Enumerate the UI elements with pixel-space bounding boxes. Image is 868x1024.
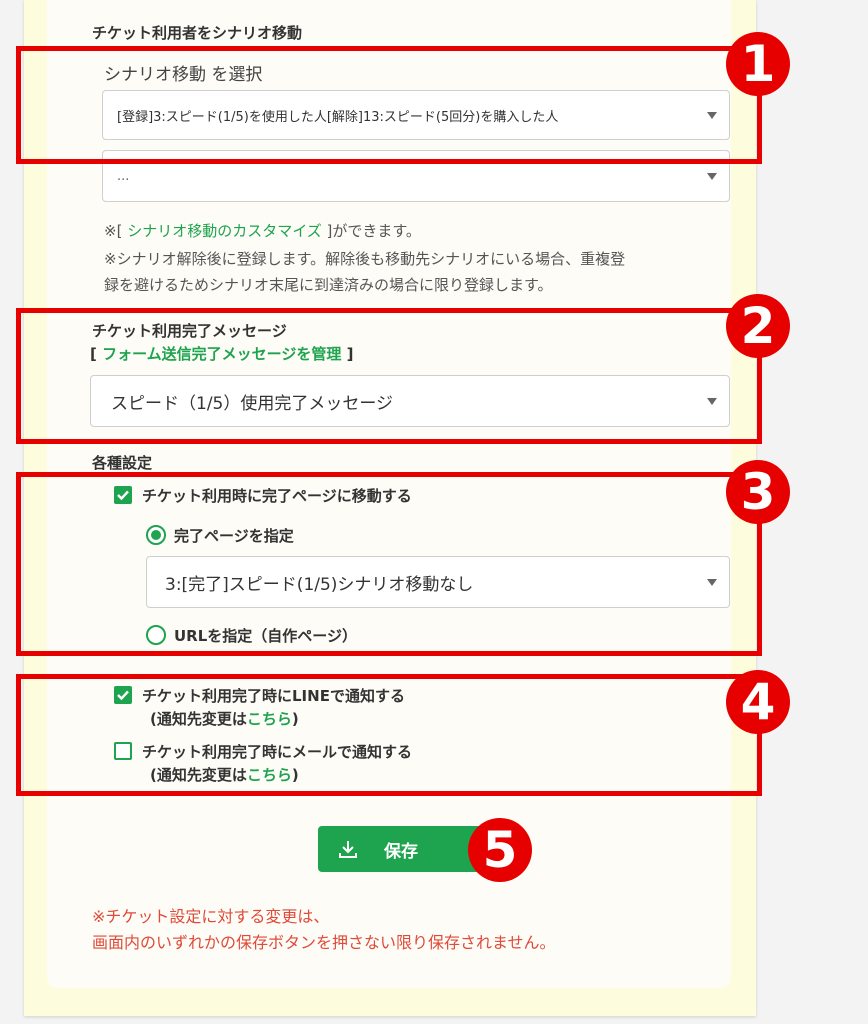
annotation-number-2: 2 (726, 294, 790, 358)
annotation-number-5: 5 (468, 818, 532, 882)
customize-link[interactable]: シナリオ移動のカスタマイズ (127, 222, 322, 240)
settings-heading: 各種設定 (92, 454, 153, 472)
annotation-number-3: 3 (726, 460, 790, 524)
customize-bracket-open: ※[ (104, 222, 123, 240)
save-button[interactable]: 保存 (318, 826, 482, 872)
download-icon (339, 841, 357, 858)
save-button-label: 保存 (384, 841, 418, 862)
scenario-note: ※シナリオ解除後に登録します。解除後も移動先シナリオにいる場合、重複登 録を避け… (104, 246, 734, 298)
unsaved-warning-line2: 画面内のいずれかの保存ボタンを押さない限り保存されません。 (92, 933, 556, 952)
annotation-box-1 (16, 46, 762, 164)
annotation-box-2 (16, 308, 762, 444)
scenario-heading: チケット利用者をシナリオ移動 (92, 24, 303, 42)
scenario-note-line1: ※シナリオ解除後に登録します。解除後も移動先シナリオにいる場合、重複登 (104, 250, 626, 268)
scenario-note-line2: 録を避けるためシナリオ末尾に到達済みの場合に限り登録します。 (104, 276, 553, 294)
chevron-down-icon (707, 173, 717, 180)
annotation-number-4: 4 (726, 670, 790, 734)
annotation-box-4 (16, 674, 762, 796)
scenario-select-2-value: ... (117, 168, 130, 184)
annotation-box-3 (16, 472, 762, 656)
customize-note: ※[ シナリオ移動のカスタマイズ ]ができます。 (104, 218, 421, 244)
annotation-number-1: 1 (726, 32, 790, 96)
customize-suffix: ]ができます。 (326, 222, 421, 240)
unsaved-warning-line1: ※チケット設定に対する変更は、 (92, 907, 330, 926)
unsaved-warning: ※チケット設定に対する変更は、 画面内のいずれかの保存ボタンを押さない限り保存さ… (92, 904, 556, 956)
